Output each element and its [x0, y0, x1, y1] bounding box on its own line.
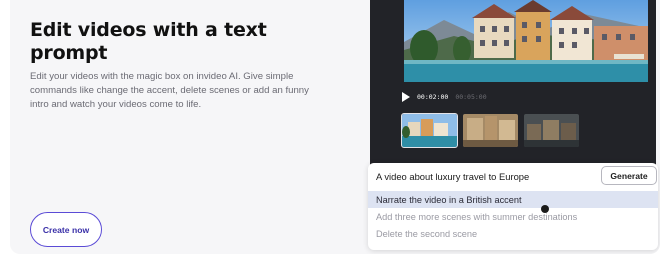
- suggestion-list: Narrate the video in a British accent Ad…: [368, 191, 658, 242]
- current-time: 00:02:00: [417, 93, 449, 101]
- create-now-button[interactable]: Create now: [30, 212, 102, 247]
- scene-thumbnail[interactable]: [401, 113, 458, 148]
- scene-thumbnail[interactable]: [463, 114, 518, 147]
- page-title: Edit videos with a text prompt: [30, 19, 267, 64]
- scene-thumbnail[interactable]: [524, 114, 579, 147]
- play-icon[interactable]: [402, 92, 410, 102]
- prompt-input[interactable]: A video about luxury travel to Europe: [376, 171, 529, 182]
- feature-card: Edit videos with a text prompt Edit your…: [10, 0, 660, 254]
- video-preview[interactable]: [404, 0, 648, 82]
- video-player: 00:02:00 00:05:00: [370, 0, 656, 176]
- suggestion-item[interactable]: Delete the second scene: [368, 225, 658, 242]
- scene-thumbnails: [401, 113, 579, 148]
- playback-controls: 00:02:00 00:05:00: [402, 92, 487, 102]
- magic-prompt-box: A video about luxury travel to Europe Ge…: [368, 163, 658, 250]
- total-time: 00:05:00: [455, 93, 487, 101]
- generate-button[interactable]: Generate: [601, 166, 657, 185]
- suggestion-item[interactable]: Add three more scenes with summer destin…: [368, 208, 658, 225]
- feature-description: Edit your videos with the magic box on i…: [30, 71, 309, 110]
- suggestion-item[interactable]: Narrate the video in a British accent: [368, 191, 658, 208]
